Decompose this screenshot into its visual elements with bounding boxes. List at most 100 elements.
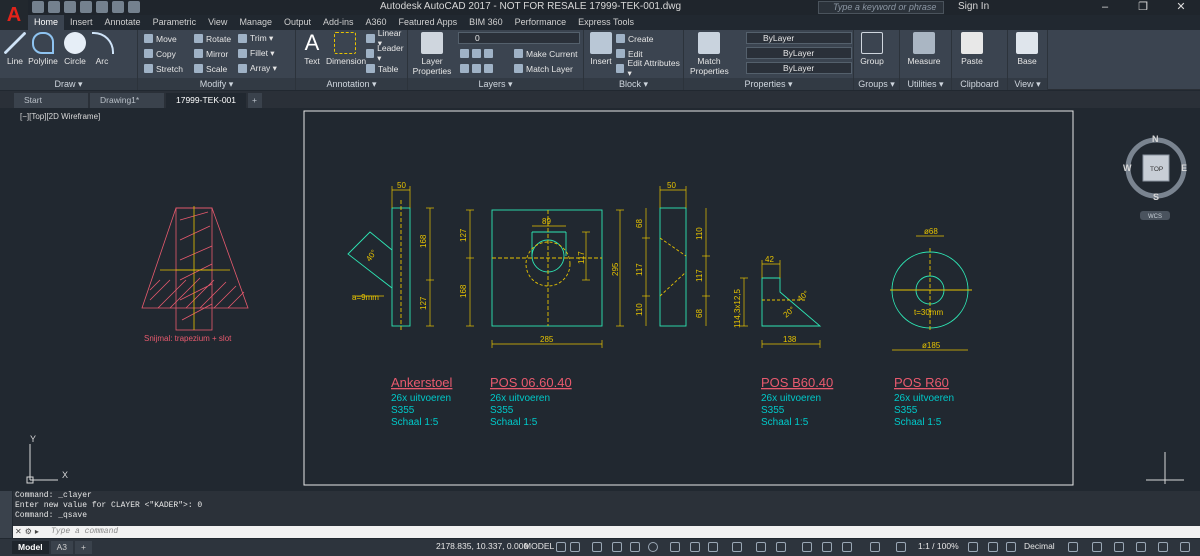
view-panel-label[interactable]: View ▾ bbox=[1008, 78, 1047, 90]
doc-tab-drawing1[interactable]: Drawing1* bbox=[90, 93, 164, 108]
save-icon[interactable] bbox=[64, 1, 76, 13]
annotation-scale-dropdown[interactable]: 1:1 / 100% bbox=[918, 541, 959, 551]
ortho-icon[interactable] bbox=[592, 542, 602, 552]
add-layout-plus-icon[interactable]: + bbox=[74, 541, 92, 554]
viewcube-north[interactable]: N bbox=[1152, 134, 1159, 144]
clean-screen-icon[interactable] bbox=[1158, 542, 1168, 552]
leader-button[interactable]: Leader ▾ bbox=[366, 43, 407, 63]
wrench-icon[interactable]: ⚙ bbox=[25, 527, 32, 536]
mirror-button[interactable]: Mirror bbox=[194, 47, 228, 60]
trim-button[interactable]: Trim ▾ bbox=[238, 32, 273, 45]
group-button[interactable]: Group bbox=[858, 32, 886, 66]
viewcube-east[interactable]: E bbox=[1181, 163, 1187, 173]
osnap-icon[interactable] bbox=[670, 542, 680, 552]
linetype-dropdown[interactable]: ByLayer bbox=[746, 47, 852, 59]
coordinates-readout[interactable]: 2178.835, 10.337, 0.000 bbox=[436, 541, 528, 551]
annotation-panel-label[interactable]: Annotation ▾ bbox=[296, 78, 407, 90]
viewcube[interactable]: TOP N S E W WCS bbox=[1123, 134, 1187, 220]
units-dropdown[interactable]: Decimal bbox=[1024, 541, 1055, 551]
paste-button[interactable]: Paste bbox=[958, 32, 986, 66]
annotation-monitor-icon[interactable] bbox=[988, 542, 998, 552]
object-snap-tracking-icon[interactable] bbox=[648, 542, 658, 552]
3d-osnap-icon[interactable] bbox=[756, 542, 766, 552]
drawing-canvas[interactable]: Snijmal: trapezium + slot 50 168 127 40°… bbox=[0, 108, 1200, 489]
viewport-controls[interactable]: [−][Top][2D Wireframe] bbox=[20, 112, 100, 121]
grid-icon[interactable] bbox=[556, 542, 566, 552]
viewcube-west[interactable]: W bbox=[1123, 163, 1132, 173]
doc-tab-17999-tek-001[interactable]: 17999-TEK-001 bbox=[166, 93, 247, 108]
edit-attributes-button[interactable]: Edit Attributes ▾ bbox=[616, 58, 683, 78]
lineweight-icon[interactable] bbox=[690, 542, 700, 552]
arc-button[interactable]: Arc bbox=[92, 32, 114, 66]
create-block-button[interactable]: Create bbox=[616, 32, 654, 45]
viewcube-south[interactable]: S bbox=[1153, 192, 1159, 202]
groups-panel-label[interactable]: Groups ▾ bbox=[854, 78, 899, 90]
move-button[interactable]: Move bbox=[144, 32, 177, 45]
properties-panel-label[interactable]: Properties ▾ bbox=[684, 78, 853, 90]
restore-icon[interactable]: ❐ bbox=[1124, 0, 1162, 15]
model-space-toggle[interactable]: MODEL bbox=[524, 541, 554, 551]
tab-home[interactable]: Home bbox=[28, 15, 65, 30]
fillet-button[interactable]: Fillet ▾ bbox=[238, 47, 275, 60]
selection-cycling-icon[interactable] bbox=[732, 542, 742, 552]
search-input[interactable]: Type a keyword or phrase bbox=[818, 1, 944, 14]
model-tab[interactable]: Model bbox=[12, 541, 49, 554]
units-icon[interactable] bbox=[1006, 542, 1016, 552]
tab-express-tools[interactable]: Express Tools bbox=[572, 15, 640, 30]
selection-filter-icon[interactable] bbox=[802, 542, 812, 552]
polyline-button[interactable]: Polyline bbox=[28, 32, 58, 66]
dynamic-ucs-icon[interactable] bbox=[776, 542, 786, 552]
sign-in-button[interactable]: Sign In bbox=[958, 1, 989, 12]
match-properties-button[interactable]: Match Properties bbox=[690, 32, 729, 76]
rotate-button[interactable]: Rotate bbox=[194, 32, 231, 45]
autoscale-icon[interactable] bbox=[896, 542, 906, 552]
base-button[interactable]: Base bbox=[1014, 32, 1040, 66]
snap-icon[interactable] bbox=[570, 542, 580, 552]
scale-button[interactable]: Scale bbox=[194, 62, 227, 75]
layout-tab-a3[interactable]: A3 bbox=[50, 541, 73, 554]
lineweight-dropdown[interactable]: ByLayer bbox=[746, 62, 852, 74]
measure-button[interactable]: Measure bbox=[904, 32, 944, 66]
close-icon[interactable]: ✕ bbox=[15, 527, 22, 536]
command-window-handle[interactable] bbox=[0, 491, 12, 538]
isodraft-icon[interactable] bbox=[630, 542, 640, 552]
command-input[interactable]: Type a command bbox=[13, 526, 1200, 538]
tab-bim360[interactable]: BIM 360 bbox=[463, 15, 509, 30]
save-as-icon[interactable] bbox=[80, 1, 92, 13]
doc-tab-start[interactable]: Start bbox=[14, 93, 88, 108]
tab-output[interactable]: Output bbox=[278, 15, 317, 30]
close-icon[interactable]: ✕ bbox=[1162, 0, 1200, 15]
undo-icon[interactable] bbox=[112, 1, 124, 13]
line-button[interactable]: Line bbox=[4, 32, 26, 66]
make-current-button[interactable]: Make Current bbox=[514, 47, 578, 60]
print-icon[interactable] bbox=[96, 1, 108, 13]
lock-ui-icon[interactable] bbox=[1092, 542, 1102, 552]
layers-panel-label[interactable]: Layers ▾ bbox=[408, 78, 583, 90]
customization-menu-icon[interactable] bbox=[1180, 542, 1190, 552]
workspace-gear-icon[interactable] bbox=[968, 542, 978, 552]
circle-button[interactable]: Circle bbox=[62, 32, 88, 66]
polar-icon[interactable] bbox=[612, 542, 622, 552]
modify-panel-label[interactable]: Modify ▾ bbox=[138, 78, 295, 90]
quick-properties-icon[interactable] bbox=[1068, 542, 1078, 552]
table-button[interactable]: Table bbox=[366, 62, 398, 75]
dimension-button[interactable]: Dimension bbox=[326, 32, 366, 66]
copy-button[interactable]: Copy bbox=[144, 47, 176, 60]
transparency-icon[interactable] bbox=[708, 542, 718, 552]
array-button[interactable]: Array ▾ bbox=[238, 62, 277, 75]
color-dropdown[interactable]: ByLayer bbox=[746, 32, 852, 44]
new-file-icon[interactable] bbox=[32, 1, 44, 13]
annotation-visibility-icon[interactable] bbox=[842, 542, 852, 552]
new-tab-plus-icon[interactable]: + bbox=[248, 93, 263, 108]
tab-performance[interactable]: Performance bbox=[509, 15, 573, 30]
block-panel-label[interactable]: Block ▾ bbox=[584, 78, 683, 90]
layer-tools-row1[interactable] bbox=[460, 47, 493, 60]
prompt-icon[interactable]: ▸ bbox=[35, 527, 39, 536]
open-file-icon[interactable] bbox=[48, 1, 60, 13]
layer-dropdown[interactable]: 0 bbox=[458, 32, 580, 44]
annotation-scale-icon[interactable] bbox=[870, 542, 880, 552]
stretch-button[interactable]: Stretch bbox=[144, 62, 183, 75]
minimize-icon[interactable]: – bbox=[1086, 0, 1124, 15]
layer-properties-button[interactable]: Layer Properties bbox=[412, 32, 452, 76]
layer-tools-row2[interactable] bbox=[460, 62, 493, 75]
